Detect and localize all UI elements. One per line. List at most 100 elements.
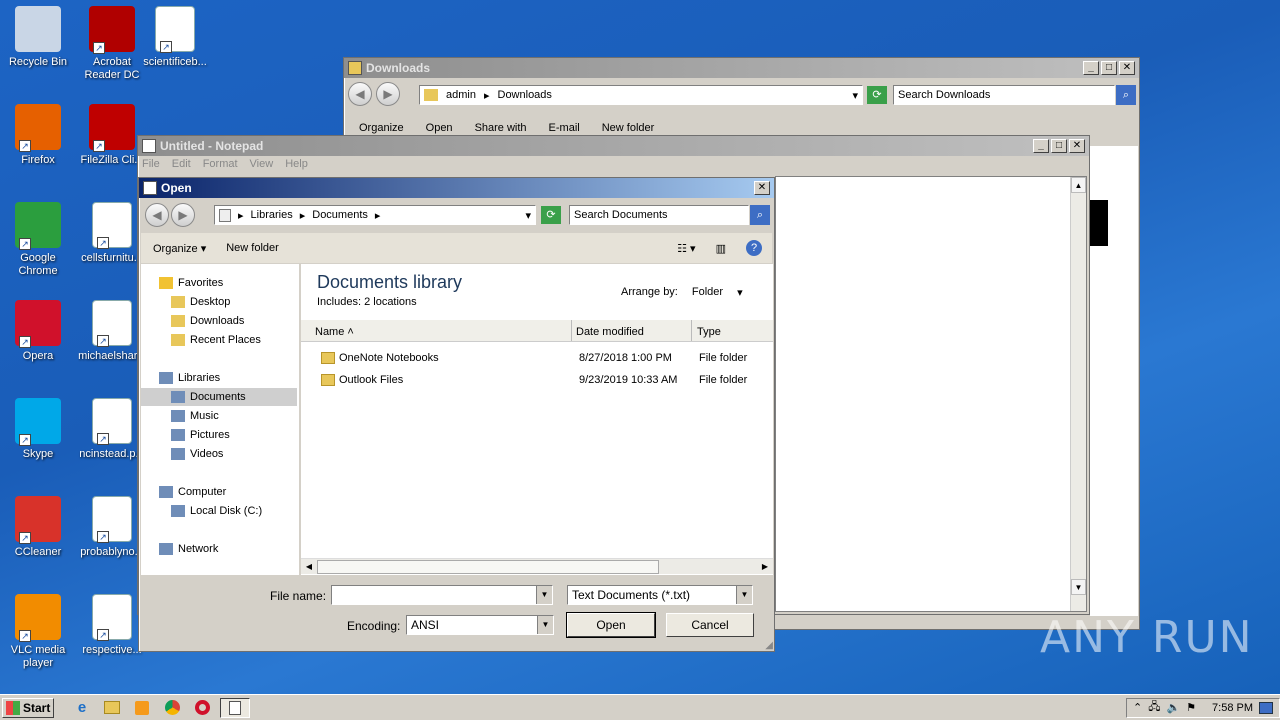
forward-button[interactable]: ▶: [376, 82, 400, 106]
search-icon[interactable]: ⌕: [1116, 85, 1136, 105]
desktop-shortcut[interactable]: ↗ scientificeb...: [137, 6, 213, 69]
open-button[interactable]: Open: [566, 612, 656, 638]
downloads-titlebar[interactable]: Downloads _ □ ✕: [344, 58, 1139, 78]
file-type-select[interactable]: Text Documents (*.txt) ▼: [567, 585, 753, 605]
resize-grip-icon[interactable]: ◢: [765, 640, 773, 651]
forward-button[interactable]: ▶: [171, 203, 195, 227]
organize-menu[interactable]: Organize ▾: [153, 242, 206, 255]
desktop-shortcut[interactable]: ↗ Skype: [0, 398, 76, 461]
chevron-down-icon[interactable]: ▾: [737, 286, 743, 299]
chrome-icon[interactable]: [160, 698, 184, 718]
breadcrumb-documents[interactable]: Documents: [312, 209, 368, 221]
show-hidden-icons[interactable]: ⌃: [1133, 701, 1142, 714]
breadcrumb-downloads[interactable]: Downloads: [498, 89, 552, 101]
show-desktop-icon[interactable]: [1259, 701, 1273, 714]
desktop-shortcut[interactable]: ↗ Google Chrome: [0, 202, 76, 278]
desktop-shortcut[interactable]: ↗ CCleaner: [0, 496, 76, 559]
maximize-button[interactable]: □: [1051, 139, 1067, 153]
minimize-button[interactable]: _: [1083, 61, 1099, 75]
flag-icon[interactable]: ⚑: [1186, 701, 1196, 714]
minimize-button[interactable]: _: [1033, 139, 1049, 153]
view-options-icon[interactable]: ☷ ▾: [677, 242, 695, 255]
nav-item-downloads[interactable]: Downloads: [141, 312, 297, 330]
file-explorer-icon[interactable]: [100, 698, 124, 718]
search-input[interactable]: Search Downloads: [893, 85, 1115, 105]
volume-icon[interactable]: 🔈: [1166, 701, 1180, 714]
chevron-down-icon[interactable]: ▼: [536, 586, 552, 604]
desktop-shortcut[interactable]: ↗ VLC media player: [0, 594, 76, 670]
file-row[interactable]: OneNote Notebooks 8/27/2018 1:00 PM File f…: [301, 348, 773, 368]
close-button[interactable]: ✕: [1069, 139, 1085, 153]
file-name-input[interactable]: ▼: [331, 585, 553, 605]
address-bar[interactable]: admin ▸ Downloads ▾: [419, 85, 863, 105]
network-icon[interactable]: 🖧: [1148, 698, 1160, 717]
scroll-right-arrow[interactable]: ▶: [757, 559, 773, 575]
chevron-down-icon[interactable]: ▼: [736, 586, 752, 604]
refresh-icon[interactable]: ⟳: [867, 86, 887, 104]
column-type[interactable]: Type: [692, 320, 772, 341]
notepad-titlebar[interactable]: Untitled - Notepad _ □ ✕: [138, 136, 1089, 156]
menu-file[interactable]: File: [142, 158, 160, 170]
file-row[interactable]: Outlook Files 9/23/2019 10:33 AM File fold…: [301, 370, 773, 390]
back-button[interactable]: ◀: [348, 82, 372, 106]
opera-icon[interactable]: [190, 698, 214, 718]
menu-view[interactable]: View: [250, 158, 274, 170]
desktop-shortcut[interactable]: ↗ Opera: [0, 300, 76, 363]
nav-item-local-disk[interactable]: Local Disk (C:): [141, 502, 297, 520]
refresh-icon[interactable]: ⟳: [541, 206, 561, 224]
scroll-up-arrow[interactable]: ▲: [1071, 177, 1086, 193]
nav-item-pictures[interactable]: Pictures: [141, 426, 297, 444]
open-dialog-titlebar[interactable]: Open ✕: [139, 178, 774, 198]
address-bar[interactable]: ▸ Libraries ▸ Documents ▸ ▾: [214, 205, 536, 225]
menu-edit[interactable]: Edit: [172, 158, 191, 170]
maximize-button[interactable]: □: [1101, 61, 1117, 75]
cancel-button[interactable]: Cancel: [666, 613, 754, 637]
help-icon[interactable]: ?: [746, 240, 762, 256]
preview-pane-icon[interactable]: ▥: [716, 242, 726, 255]
new-folder-button[interactable]: New folder: [602, 122, 655, 134]
close-button[interactable]: ✕: [754, 181, 770, 195]
nav-item-videos[interactable]: Videos: [141, 445, 297, 463]
nav-item-recent-places[interactable]: Recent Places: [141, 331, 297, 349]
column-name[interactable]: Name ˄: [301, 320, 572, 341]
nav-item-desktop[interactable]: Desktop: [141, 293, 297, 311]
scroll-down-arrow[interactable]: ▼: [1071, 579, 1086, 595]
organize-menu[interactable]: Organize: [359, 122, 404, 134]
nav-item-music[interactable]: Music: [141, 407, 297, 425]
vertical-scrollbar[interactable]: ▲ ▼: [1070, 177, 1086, 611]
menu-help[interactable]: Help: [285, 158, 308, 170]
open-menu[interactable]: Open: [426, 122, 453, 134]
breadcrumb-admin[interactable]: admin: [446, 89, 476, 101]
media-player-icon[interactable]: [130, 698, 154, 718]
arrange-by[interactable]: Arrange by: Folder ▾: [621, 286, 743, 299]
close-button[interactable]: ✕: [1119, 61, 1135, 75]
search-input[interactable]: Search Documents: [569, 205, 749, 225]
chevron-down-icon[interactable]: ▾: [852, 89, 858, 102]
column-date-modified[interactable]: Date modified: [572, 320, 692, 341]
chevron-down-icon[interactable]: ▾: [525, 209, 531, 222]
back-button[interactable]: ◀: [145, 203, 169, 227]
nav-libraries[interactable]: Libraries: [141, 369, 297, 387]
internet-explorer-icon[interactable]: e: [70, 698, 94, 718]
encoding-select[interactable]: ANSI ▼: [406, 615, 554, 635]
horizontal-scrollbar[interactable]: ◀ ▶: [301, 558, 773, 574]
scroll-left-arrow[interactable]: ◀: [301, 559, 317, 575]
search-icon[interactable]: ⌕: [750, 205, 770, 225]
new-folder-button[interactable]: New folder: [226, 242, 279, 254]
notepad-text-area[interactable]: ▲ ▼: [775, 176, 1087, 612]
clock[interactable]: 7:58 PM: [1212, 702, 1253, 714]
notepad-taskbar-button[interactable]: [220, 697, 250, 718]
desktop-shortcut[interactable]: ↗ Firefox: [0, 104, 76, 167]
scroll-thumb[interactable]: [317, 560, 659, 574]
share-with-menu[interactable]: Share with: [475, 122, 527, 134]
menu-format[interactable]: Format: [203, 158, 238, 170]
arrange-by-value[interactable]: Folder: [692, 286, 723, 299]
start-button[interactable]: Start: [2, 697, 54, 718]
nav-item-documents[interactable]: Documents: [141, 388, 297, 406]
nav-network[interactable]: Network: [141, 540, 297, 558]
breadcrumb-libraries[interactable]: Libraries: [251, 209, 293, 221]
email-button[interactable]: E-mail: [549, 122, 580, 134]
desktop-shortcut[interactable]: Recycle Bin: [0, 6, 76, 69]
nav-computer[interactable]: Computer: [141, 483, 297, 501]
open-dialog[interactable]: Open ✕ ◀ ▶ ▸ Libraries ▸ Documents ▸ ▾ ⟳…: [138, 177, 775, 652]
